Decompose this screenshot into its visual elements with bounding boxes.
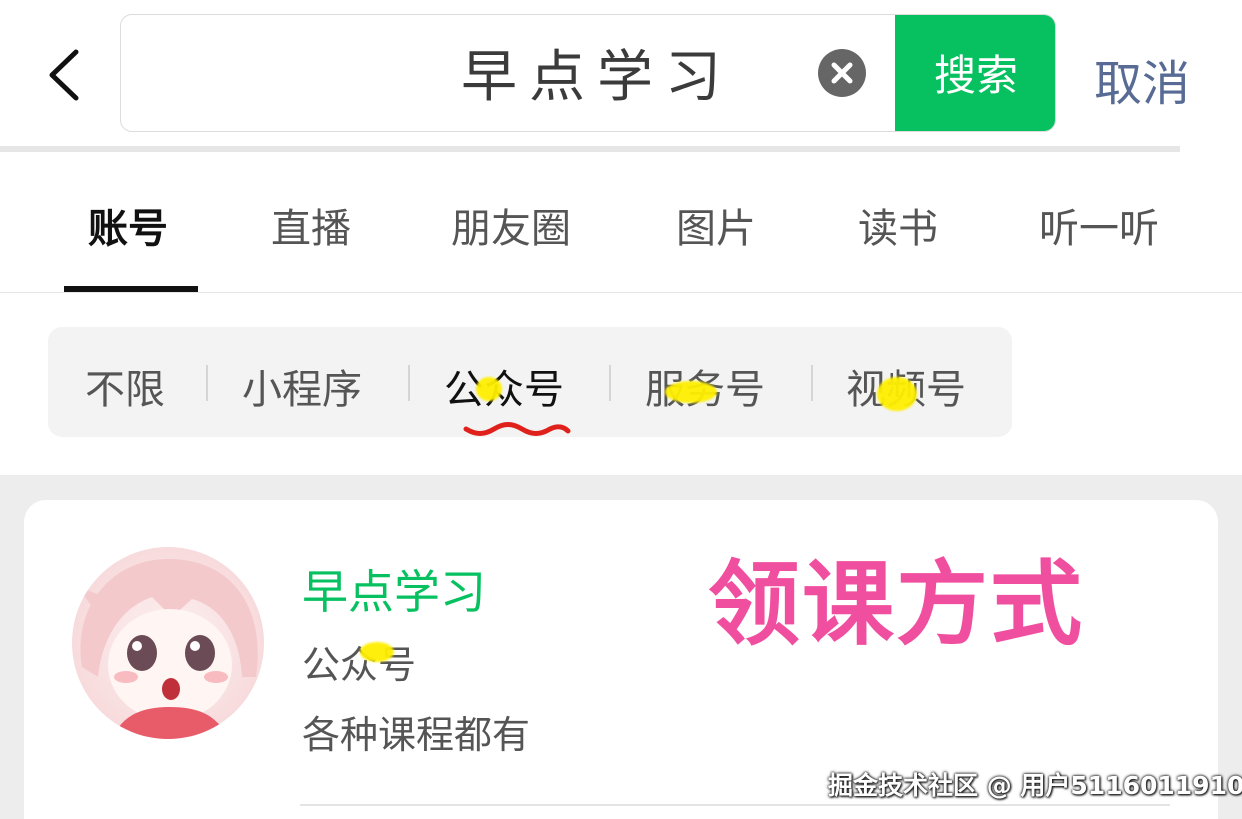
back-arrow-icon[interactable]: [38, 42, 94, 106]
tab-images[interactable]: 图片: [676, 196, 756, 254]
active-tab-indicator: [64, 286, 198, 292]
filter-area: 不限 小程序 公众号 服务号 视频号: [0, 293, 1242, 475]
highlighter-mark: [476, 377, 502, 401]
search-input[interactable]: [121, 15, 895, 130]
highlighter-mark: [665, 381, 717, 403]
filter-all[interactable]: 不限: [85, 357, 165, 415]
filter-bar: 不限 小程序 公众号 服务号 视频号: [48, 327, 1012, 437]
filter-separator: [408, 365, 410, 401]
search-box: 搜索: [120, 14, 1056, 132]
category-tabs: 账号 直播 朋友圈 图片 读书 听一听: [0, 152, 1242, 293]
cancel-button[interactable]: 取消: [1094, 44, 1190, 114]
tab-moments[interactable]: 朋友圈: [451, 196, 571, 254]
filter-separator: [811, 365, 813, 401]
search-button[interactable]: 搜索: [895, 15, 1055, 131]
tab-account[interactable]: 账号: [88, 196, 168, 254]
card-divider: [300, 804, 1170, 806]
search-header: 搜索 取消: [0, 0, 1242, 150]
annotation-label: 领课方式: [708, 551, 1085, 658]
clear-icon[interactable]: [818, 49, 866, 97]
tab-live[interactable]: 直播: [271, 196, 351, 254]
result-type: 公众号: [302, 643, 417, 687]
filter-mini-program[interactable]: 小程序: [242, 357, 362, 415]
result-description: 各种课程都有: [302, 713, 531, 757]
tab-listen[interactable]: 听一听: [1039, 196, 1159, 254]
filter-separator: [609, 365, 611, 401]
red-squiggle-underline: [463, 422, 571, 436]
filter-separator: [206, 365, 208, 401]
result-title: 早点学习: [302, 565, 486, 619]
tab-books[interactable]: 读书: [858, 196, 938, 254]
avatar: [72, 547, 264, 739]
highlighter-mark: [877, 377, 917, 411]
filter-official-account[interactable]: 公众号: [444, 357, 564, 415]
highlighter-mark: [360, 642, 394, 662]
watermark: 掘金技术社区 @ 用户51160119104: [828, 771, 1242, 800]
